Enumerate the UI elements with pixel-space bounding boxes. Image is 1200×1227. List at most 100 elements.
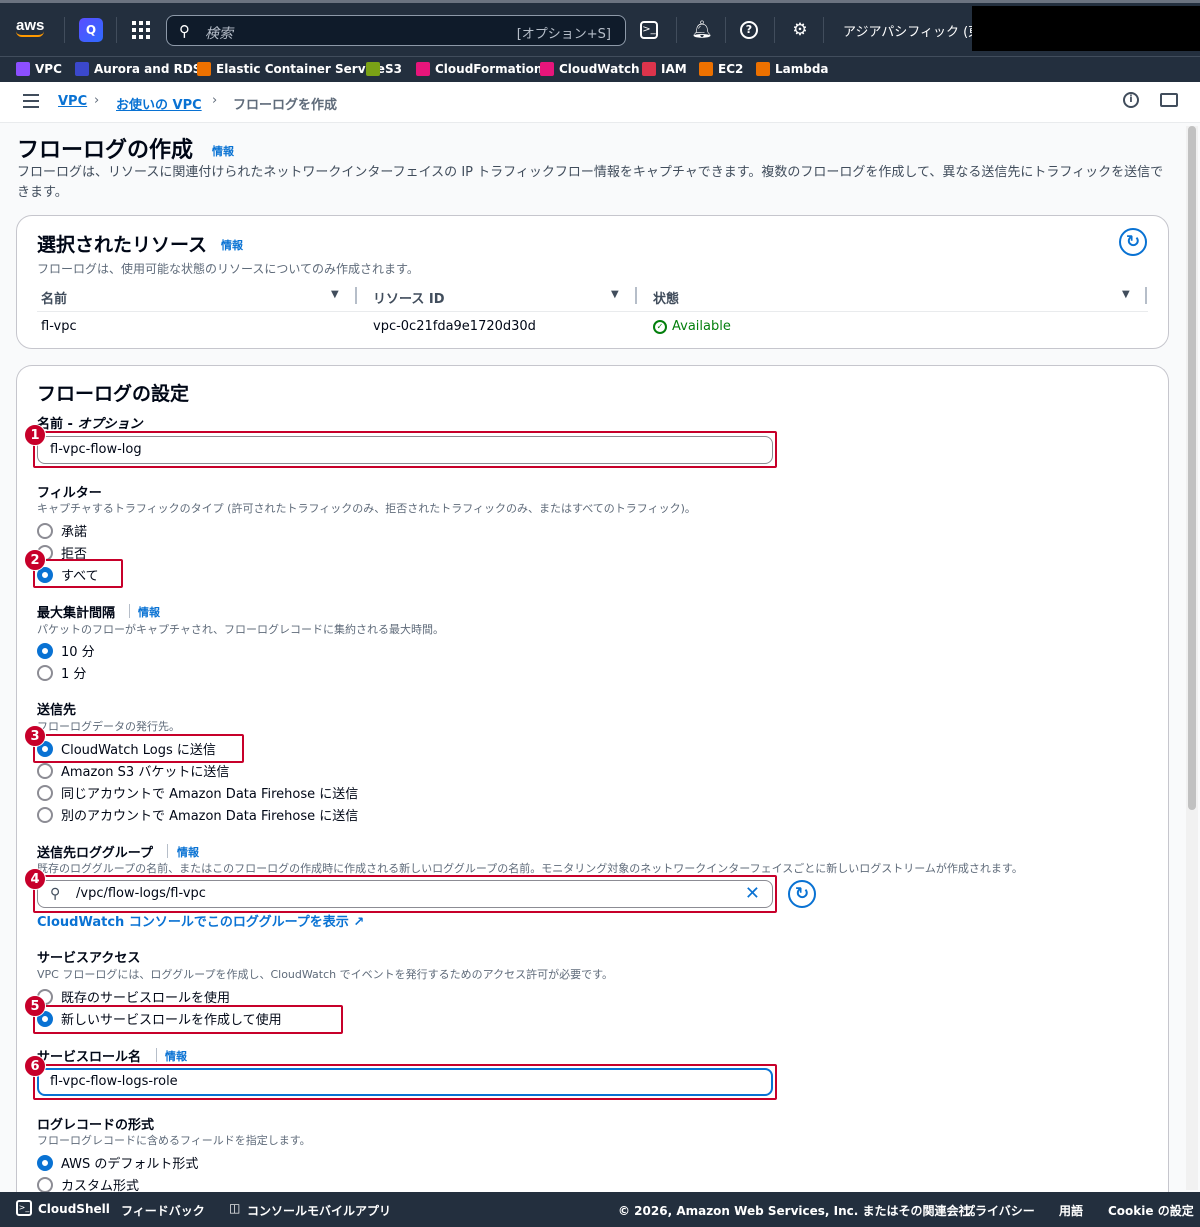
settings-gear-icon[interactable]: ⚙ xyxy=(789,19,811,41)
name-field-label: 名前 - オプション xyxy=(37,417,143,432)
filter-option-accept[interactable]: 承諾 xyxy=(37,521,87,540)
log-group-help: 既存のロググループの名前、またはこのフローログの作成時に作成される新しいロググル… xyxy=(37,862,1023,875)
radio-button[interactable] xyxy=(37,664,53,681)
footer-feedback[interactable]: フィードバック xyxy=(121,1202,205,1219)
annotation-highlight xyxy=(33,1005,343,1034)
scrollbar[interactable] xyxy=(1186,126,1198,1190)
favorite-cloudwatch[interactable]: CloudWatch xyxy=(540,62,640,76)
cloudshell-icon[interactable]: >_ xyxy=(640,21,658,39)
breadcrumb-bar: VPC › お使いの VPC › フローログを作成 xyxy=(0,82,1200,123)
chevron-right-icon: › xyxy=(212,93,218,108)
role-name-label: サービスロール名 xyxy=(37,1050,142,1065)
nav-divider xyxy=(823,17,824,43)
annotation-highlight xyxy=(33,875,777,913)
breadcrumb-vpc[interactable]: VPC xyxy=(58,94,87,109)
footer-cloudshell[interactable]: CloudShell xyxy=(38,1202,110,1216)
access-existing-role[interactable]: 既存のサービスロールを使用 xyxy=(37,987,230,1006)
flow-log-settings-title: フローログの設定 xyxy=(37,383,190,405)
destination-s3[interactable]: Amazon S3 バケットに送信 xyxy=(37,761,229,780)
sort-caret-down-icon[interactable]: ▼ xyxy=(611,289,619,300)
format-aws-default[interactable]: AWS のデフォルト形式 xyxy=(37,1153,198,1172)
annotation-badge: 2 xyxy=(24,549,46,571)
aws-logo[interactable]: aws xyxy=(16,17,44,37)
favorite-iam[interactable]: IAM xyxy=(642,62,687,76)
interval-info-link[interactable]: 情報 xyxy=(138,604,160,620)
radio-button[interactable] xyxy=(37,806,53,823)
favorite-ec2[interactable]: EC2 xyxy=(699,62,743,76)
sort-caret-down-icon[interactable]: ▼ xyxy=(1122,289,1130,300)
selected-resources-title: 選択されたリソース xyxy=(37,234,208,256)
search-placeholder: 検索 xyxy=(205,26,233,42)
favorite-vpc[interactable]: VPC xyxy=(16,62,62,76)
service-access-label: サービスアクセス xyxy=(37,951,141,966)
nav-divider xyxy=(64,17,65,43)
favorite-lambda[interactable]: Lambda xyxy=(756,62,829,76)
column-resizer[interactable] xyxy=(635,287,637,304)
radio-button[interactable] xyxy=(37,784,53,801)
sort-caret-down-icon[interactable]: ▼ xyxy=(331,289,339,300)
radio-button[interactable] xyxy=(37,522,53,539)
role-name-info-link[interactable]: 情報 xyxy=(165,1048,187,1064)
filter-help: キャプチャするトラフィックのタイプ (許可されたトラフィックのみ、拒否されたトラ… xyxy=(37,502,696,515)
favorite-aurora-rds[interactable]: Aurora and RDS xyxy=(75,62,201,76)
destination-firehose-other-account[interactable]: 別のアカウントで Amazon Data Firehose に送信 xyxy=(37,805,358,824)
resource-id-cell: vpc-0c21fda9e1720d30d xyxy=(373,319,536,334)
view-log-group-external-link[interactable]: CloudWatch コンソールでこのロググループを表示 ↗ xyxy=(37,911,364,930)
cloudformation-service-icon xyxy=(416,62,430,76)
interval-option-1min[interactable]: 1 分 xyxy=(37,663,86,682)
favorite-ecs[interactable]: Elastic Container Service xyxy=(197,62,385,76)
resources-info-link[interactable]: 情報 xyxy=(221,237,243,253)
column-resizer[interactable] xyxy=(1145,287,1147,304)
iam-service-icon xyxy=(642,62,656,76)
nav-divider xyxy=(774,17,775,43)
annotation-badge: 5 xyxy=(24,995,46,1017)
check-circle-icon: ✓ xyxy=(653,319,667,334)
ecs-service-icon xyxy=(197,62,211,76)
nav-divider xyxy=(725,17,726,43)
services-grid-icon[interactable] xyxy=(132,21,150,39)
annotation-highlight xyxy=(33,431,777,468)
lambda-service-icon xyxy=(756,62,770,76)
ec2-service-icon xyxy=(699,62,713,76)
cloudshell-icon[interactable]: >_ xyxy=(16,1200,32,1216)
destination-firehose-same-account[interactable]: 同じアカウントで Amazon Data Firehose に送信 xyxy=(37,783,358,802)
mobile-app-icon: ◫ xyxy=(229,1201,241,1215)
column-header-name[interactable]: 名前 xyxy=(41,288,67,307)
page-layout-icon[interactable] xyxy=(1160,93,1178,107)
label-divider xyxy=(167,844,168,858)
radio-button[interactable] xyxy=(37,1176,53,1193)
favorite-s3[interactable]: S3 xyxy=(366,62,402,76)
annotation-highlight xyxy=(33,1064,777,1100)
annotation-badge: 6 xyxy=(24,1055,46,1077)
page-info-link[interactable]: 情報 xyxy=(212,143,234,159)
refresh-log-groups-icon[interactable]: ↻ xyxy=(788,880,816,908)
footer-mobile-app[interactable]: コンソールモバイルアプリ xyxy=(247,1202,391,1219)
notifications-bell-icon[interactable]: 🔔︎ xyxy=(691,19,713,41)
side-navigation-menu-icon[interactable] xyxy=(23,94,39,108)
footer-terms[interactable]: 用語 xyxy=(1059,1202,1083,1219)
log-group-label: 送信先ロググループ xyxy=(37,846,153,861)
help-icon[interactable]: ? xyxy=(740,21,758,39)
annotation-badge: 4 xyxy=(24,868,46,890)
favorite-cloudformation[interactable]: CloudFormation xyxy=(416,62,542,76)
column-header-resource-id[interactable]: リソース ID xyxy=(373,288,445,307)
radio-button-selected[interactable] xyxy=(37,642,53,659)
log-format-help: フローログレコードに含めるフィールドを指定します。 xyxy=(37,1134,311,1147)
amazon-q-icon[interactable]: Q xyxy=(79,18,103,42)
favorites-bar: VPC Aurora and RDS Elastic Container Ser… xyxy=(0,56,1200,82)
interval-option-10min[interactable]: 10 分 xyxy=(37,641,95,660)
refresh-resources-icon[interactable]: ↻ xyxy=(1119,228,1147,256)
log-group-info-link[interactable]: 情報 xyxy=(177,844,199,860)
info-panel-icon[interactable]: i xyxy=(1123,92,1139,108)
footer-privacy[interactable]: プライバシー xyxy=(963,1202,1035,1219)
interval-label: 最大集計間隔 xyxy=(37,606,116,621)
column-header-status[interactable]: 状態 xyxy=(653,288,679,307)
breadcrumb-your-vpcs[interactable]: お使いの VPC xyxy=(116,94,202,113)
log-format-label: ログレコードの形式 xyxy=(37,1118,155,1133)
radio-button-selected[interactable] xyxy=(37,1154,53,1171)
search-input[interactable]: ⚲ 検索 [オプション+S] xyxy=(166,15,626,46)
column-resizer[interactable] xyxy=(355,287,357,304)
radio-button[interactable] xyxy=(37,762,53,779)
scrollbar-thumb[interactable] xyxy=(1188,126,1196,810)
footer-cookie-settings[interactable]: Cookie の設定 xyxy=(1108,1202,1194,1219)
